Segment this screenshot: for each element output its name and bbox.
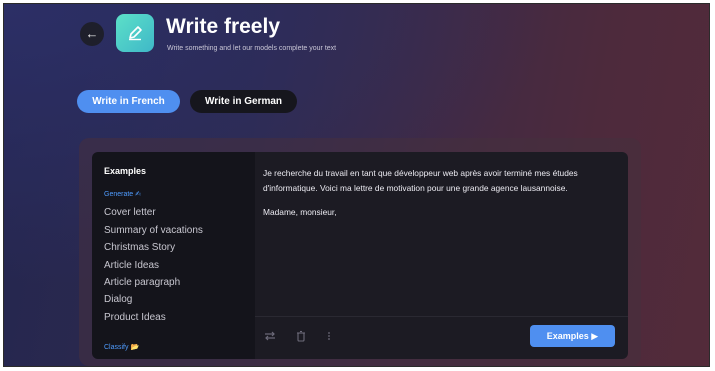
examples-heading: Examples [104,166,147,176]
back-button[interactable]: ← [80,22,104,46]
editor-toolbar-divider [255,316,628,317]
example-item-product-ideas[interactable]: Product Ideas [104,312,166,323]
example-item-christmas-story[interactable]: Christmas Story [104,242,175,253]
example-item-article-paragraph[interactable]: Article paragraph [104,277,180,288]
generate-section-label: Generate ✍ [104,191,141,198]
page-title: Write freely [166,15,280,38]
arrow-left-icon: ← [85,26,99,41]
editor-prompt-text[interactable]: Je recherche du travail en tant que déve… [263,166,619,196]
shuffle-icon[interactable] [264,330,276,342]
example-item-cover-letter[interactable]: Cover letter [104,207,156,218]
trash-icon[interactable] [295,330,307,342]
example-item-article-ideas[interactable]: Article Ideas [104,260,159,271]
examples-button[interactable]: Examples ▶ [530,325,615,347]
example-item-dialog[interactable]: Dialog [104,294,132,305]
pen-icon [116,14,154,52]
classify-section-label[interactable]: Classify 📂 [104,343,139,351]
editor-greeting-text[interactable]: Madame, monsieur, [263,206,337,218]
tab-write-in-german[interactable]: Write in German [190,90,297,113]
examples-sidebar [92,152,255,359]
more-vertical-icon[interactable] [323,330,335,342]
page-subtitle: Write something and let our models compl… [167,45,337,52]
example-item-summary-of-vacations[interactable]: Summary of vacations [104,225,203,236]
tab-write-in-french[interactable]: Write in French [77,90,180,113]
